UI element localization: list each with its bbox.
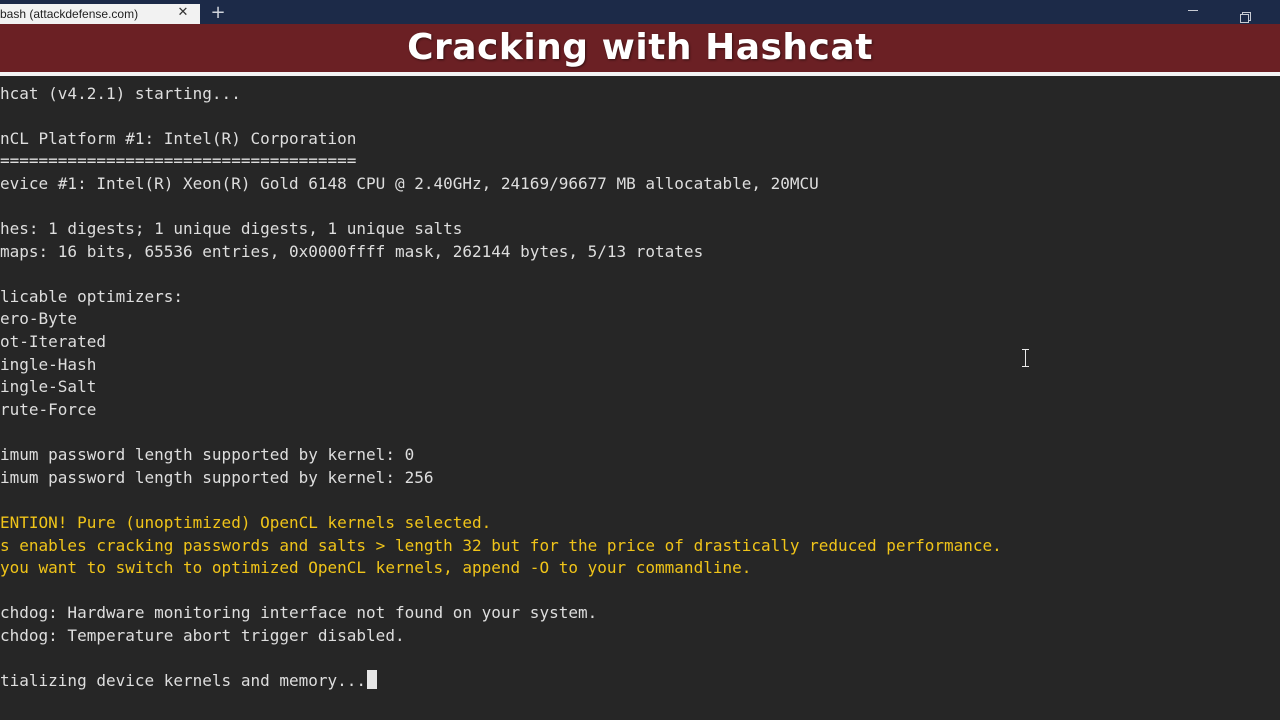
minimize-icon[interactable] bbox=[1188, 10, 1198, 11]
restore-icon[interactable] bbox=[1240, 12, 1251, 23]
terminal-line: hes: 1 digests; 1 unique digests, 1 uniq… bbox=[0, 219, 463, 238]
terminal-line: maps: 16 bits, 65536 entries, 0x0000ffff… bbox=[0, 242, 704, 261]
terminal-line: imum password length supported by kernel… bbox=[0, 468, 434, 487]
terminal-line: ===================================== bbox=[0, 151, 357, 170]
terminal-line: chdog: Temperature abort trigger disable… bbox=[0, 626, 405, 645]
terminal-line: hcat (v4.2.1) starting... bbox=[0, 84, 241, 103]
banner-title: Cracking with Hashcat bbox=[407, 27, 873, 68]
terminal-output[interactable]: hcat (v4.2.1) starting... nCL Platform #… bbox=[0, 82, 1280, 720]
terminal-line: rute-Force bbox=[0, 400, 97, 419]
new-tab-icon[interactable]: + bbox=[208, 4, 228, 24]
close-icon[interactable]: ✕ bbox=[176, 6, 190, 20]
terminal-prompt-line: tializing device kernels and memory... bbox=[0, 670, 378, 692]
video-title-banner: Cracking with Hashcat bbox=[0, 24, 1280, 76]
terminal-line: imum password length supported by kernel… bbox=[0, 445, 415, 464]
tab-title: bash (attackdefense.com) bbox=[0, 7, 139, 21]
terminal-warning-line: you want to switch to optimized OpenCL k… bbox=[0, 558, 752, 577]
mouse-ibeam-icon bbox=[1021, 349, 1031, 367]
terminal-line: ingle-Hash bbox=[0, 355, 97, 374]
terminal-line: nCL Platform #1: Intel(R) Corporation bbox=[0, 129, 357, 148]
terminal-warning-line: s enables cracking passwords and salts >… bbox=[0, 536, 1002, 555]
terminal-line: ot-Iterated bbox=[0, 332, 106, 351]
terminal-line: ero-Byte bbox=[0, 309, 78, 328]
browser-tab-bar: bash (attackdefense.com) ✕ + bbox=[0, 0, 1280, 24]
terminal-warning-line: ENTION! Pure (unoptimized) OpenCL kernel… bbox=[0, 513, 492, 532]
terminal-line: evice #1: Intel(R) Xeon(R) Gold 6148 CPU… bbox=[0, 174, 819, 193]
terminal-line-text: tializing device kernels and memory... bbox=[0, 671, 367, 690]
terminal-line: chdog: Hardware monitoring interface not… bbox=[0, 603, 598, 622]
terminal-line: ingle-Salt bbox=[0, 377, 97, 396]
terminal-line: licable optimizers: bbox=[0, 287, 184, 306]
terminal-cursor bbox=[367, 670, 378, 689]
browser-tab[interactable]: bash (attackdefense.com) ✕ bbox=[0, 4, 200, 24]
